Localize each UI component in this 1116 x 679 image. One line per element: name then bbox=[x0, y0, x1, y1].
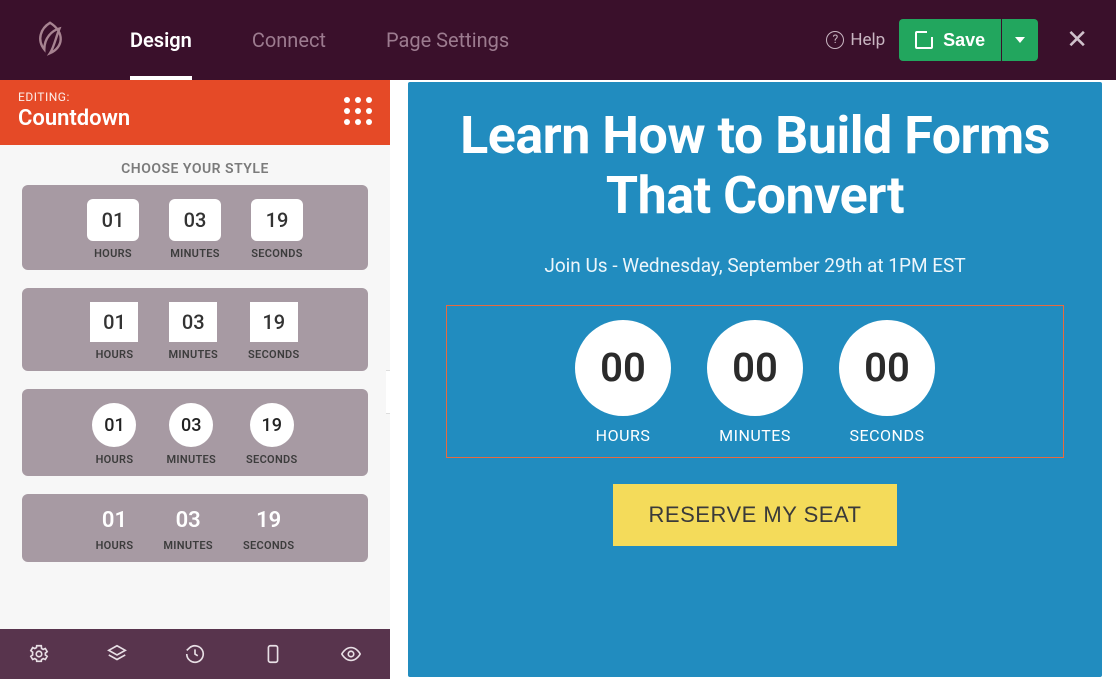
help-link[interactable]: ? Help bbox=[826, 30, 885, 50]
hours-label: HOURS bbox=[96, 348, 134, 361]
choose-style-heading: CHOOSE YOUR STYLE bbox=[0, 145, 390, 185]
leaf-icon bbox=[31, 19, 69, 61]
preview-icon[interactable] bbox=[331, 634, 371, 674]
style2-hours-value: 01 bbox=[90, 302, 138, 342]
side-panel: EDITING: Countdown CHOOSE YOUR STYLE 01 H… bbox=[0, 80, 390, 679]
editing-block-name: Countdown bbox=[18, 106, 130, 131]
save-dropdown-button[interactable] bbox=[1002, 19, 1038, 61]
seconds-label: SECONDS bbox=[251, 247, 302, 260]
save-icon bbox=[915, 31, 933, 49]
drag-handle-icon[interactable] bbox=[344, 97, 372, 125]
seconds-label: SECONDS bbox=[243, 539, 294, 552]
save-label: Save bbox=[943, 30, 985, 51]
tab-connect[interactable]: Connect bbox=[222, 0, 356, 80]
layers-icon[interactable] bbox=[97, 634, 137, 674]
style3-minutes-value: 03 bbox=[169, 403, 213, 447]
hours-label: HOURS bbox=[96, 453, 134, 466]
countdown-hours-value: 00 bbox=[575, 320, 671, 416]
page-preview[interactable]: Learn How to Build Forms That Convert Jo… bbox=[408, 82, 1102, 677]
style4-hours-value: 01 bbox=[102, 508, 127, 533]
panel-bottom-bar bbox=[0, 629, 390, 679]
minutes-label: MINUTES bbox=[166, 453, 216, 466]
minutes-label: MINUTES bbox=[719, 426, 791, 445]
help-icon: ? bbox=[826, 31, 844, 49]
close-button[interactable]: ✕ bbox=[1062, 25, 1092, 55]
app-logo bbox=[0, 0, 100, 80]
style-option-2[interactable]: 01 HOURS 03 MINUTES 19 SECONDS bbox=[22, 288, 368, 371]
hours-label: HOURS bbox=[94, 247, 132, 260]
seconds-label: SECONDS bbox=[246, 453, 297, 466]
top-bar: Design Connect Page Settings ? Help Save… bbox=[0, 0, 1116, 80]
minutes-label: MINUTES bbox=[170, 247, 220, 260]
style1-hours-value: 01 bbox=[87, 199, 139, 241]
history-icon[interactable] bbox=[175, 634, 215, 674]
style-option-3[interactable]: 01 HOURS 03 MINUTES 19 SECONDS bbox=[22, 389, 368, 476]
countdown-block-selected[interactable]: 00 HOURS 00 MINUTES 00 SECONDS bbox=[446, 305, 1064, 458]
caret-down-icon bbox=[1015, 37, 1025, 43]
help-label: Help bbox=[850, 30, 885, 50]
subhead-text[interactable]: Join Us - Wednesday, September 29th at 1… bbox=[436, 254, 1074, 277]
countdown-minutes-value: 00 bbox=[707, 320, 803, 416]
hours-label: HOURS bbox=[596, 426, 651, 445]
hours-label: HOURS bbox=[96, 539, 134, 552]
style-list: 01 HOURS 03 MINUTES 19 SECONDS 01 HOURS 03 MI… bbox=[0, 185, 390, 629]
editing-label: EDITING: bbox=[18, 90, 130, 104]
tab-page-settings[interactable]: Page Settings bbox=[356, 0, 539, 80]
save-button[interactable]: Save bbox=[899, 19, 1001, 61]
style-option-1[interactable]: 01 HOURS 03 MINUTES 19 SECONDS bbox=[22, 185, 368, 270]
tab-design[interactable]: Design bbox=[100, 0, 222, 80]
style1-minutes-value: 03 bbox=[169, 199, 221, 241]
settings-icon[interactable] bbox=[19, 634, 59, 674]
seconds-label: SECONDS bbox=[850, 426, 925, 445]
editing-header: EDITING: Countdown bbox=[0, 80, 390, 145]
mobile-preview-icon[interactable] bbox=[253, 634, 293, 674]
style3-seconds-value: 19 bbox=[250, 403, 294, 447]
main-tabs: Design Connect Page Settings bbox=[100, 0, 539, 80]
style4-seconds-value: 19 bbox=[256, 508, 281, 533]
cta-button[interactable]: RESERVE MY SEAT bbox=[613, 484, 898, 546]
canvas[interactable]: Learn How to Build Forms That Convert Jo… bbox=[390, 80, 1116, 679]
countdown-seconds-value: 00 bbox=[839, 320, 935, 416]
style1-seconds-value: 19 bbox=[251, 199, 303, 241]
seconds-label: SECONDS bbox=[248, 348, 299, 361]
headline-text[interactable]: Learn How to Build Forms That Convert bbox=[436, 102, 1074, 236]
minutes-label: MINUTES bbox=[163, 539, 213, 552]
style2-minutes-value: 03 bbox=[169, 302, 217, 342]
style4-minutes-value: 03 bbox=[176, 508, 201, 533]
minutes-label: MINUTES bbox=[168, 348, 218, 361]
style-option-4[interactable]: 01 HOURS 03 MINUTES 19 SECONDS bbox=[22, 494, 368, 562]
style3-hours-value: 01 bbox=[92, 403, 136, 447]
style2-seconds-value: 19 bbox=[250, 302, 298, 342]
